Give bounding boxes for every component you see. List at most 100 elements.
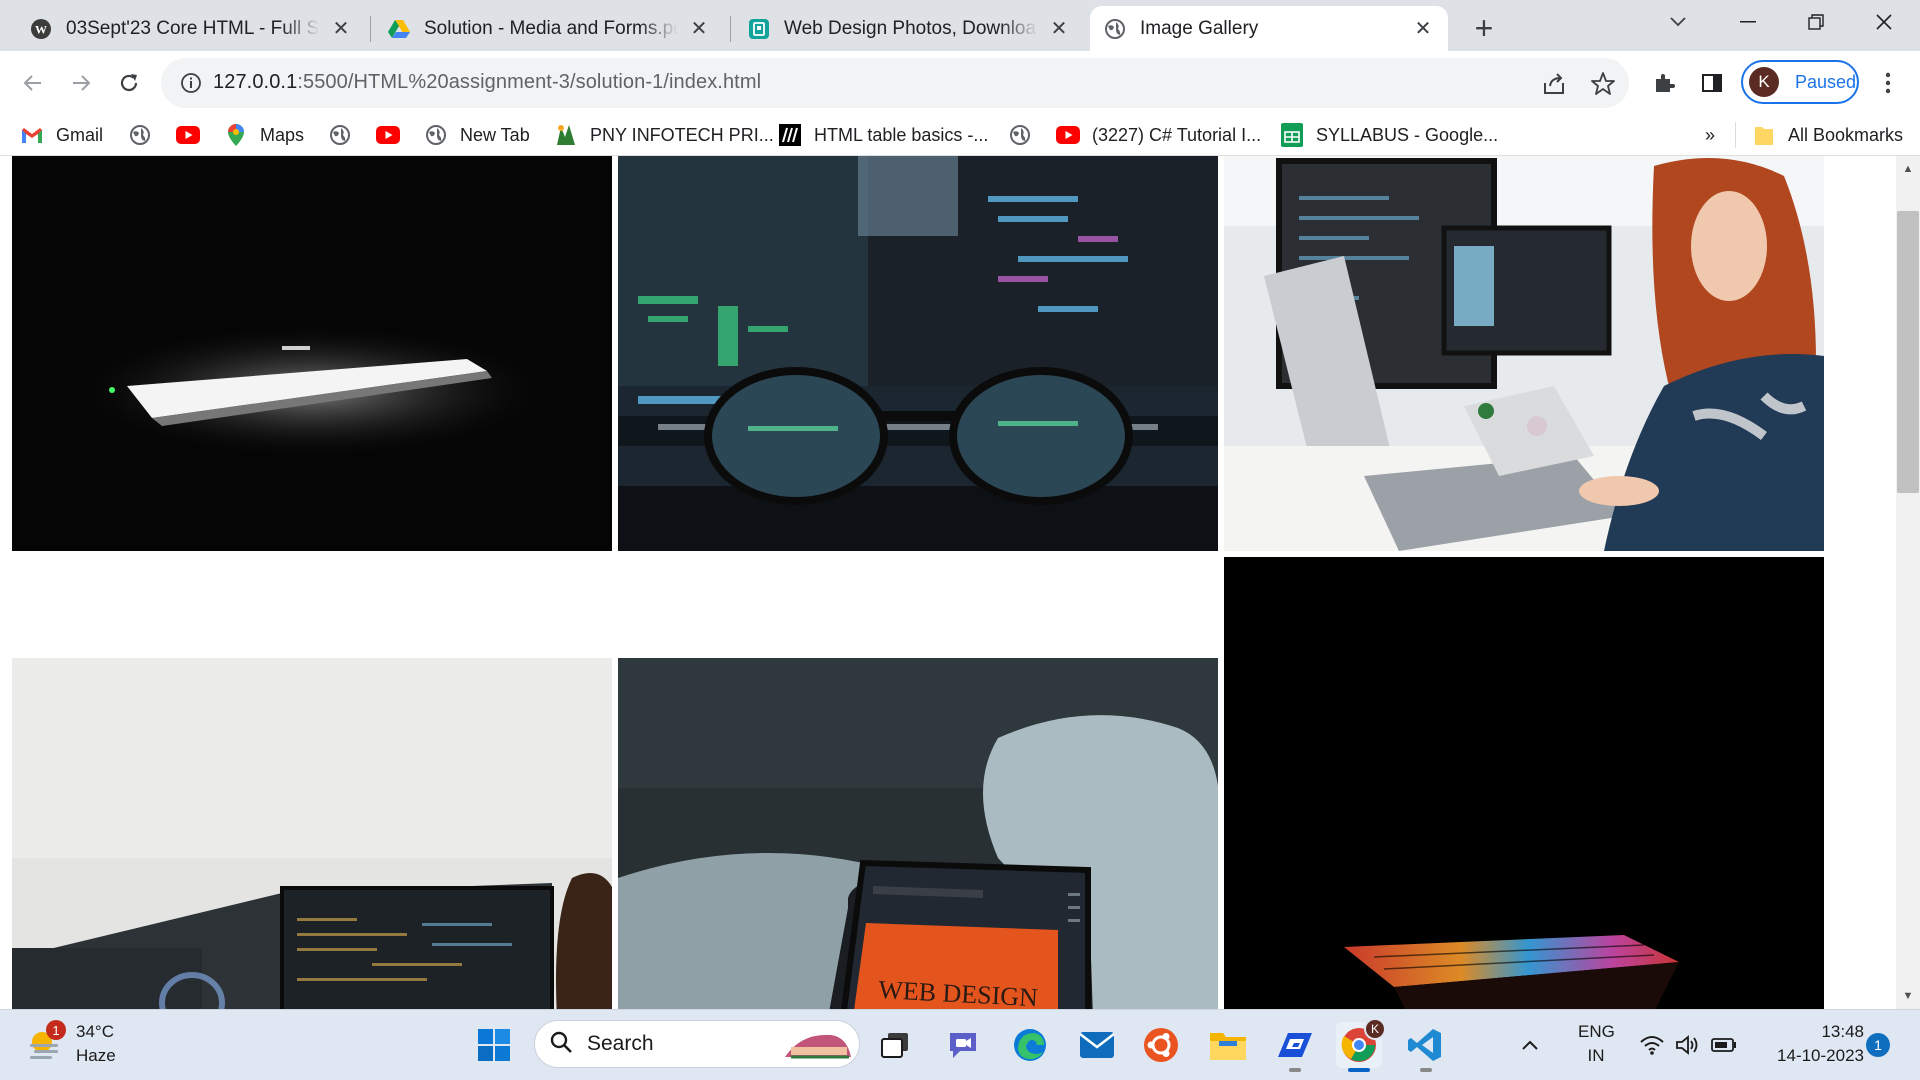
share-icon[interactable]: [1541, 71, 1567, 97]
bookmark-syllabus[interactable]: SYLLABUS - Google...: [1280, 122, 1498, 148]
copilot-icon[interactable]: [1272, 1022, 1318, 1068]
scrollbar-thumb[interactable]: [1897, 211, 1919, 493]
ubuntu-icon[interactable]: [1138, 1022, 1184, 1068]
new-tab-button[interactable]: +: [1466, 10, 1502, 46]
url-path: :5500/HTML%20assignment-3/solution-1/ind…: [297, 71, 762, 93]
close-icon[interactable]: ✕: [1412, 18, 1434, 40]
bookmark-label: Maps: [260, 124, 305, 145]
reload-button[interactable]: [111, 65, 147, 101]
globe-icon: [328, 123, 352, 147]
tab-solution-pdf[interactable]: Solution - Media and Forms.pdf ✕: [374, 6, 724, 51]
bookmark-maps[interactable]: Maps: [224, 122, 304, 148]
forward-button[interactable]: [63, 65, 99, 101]
close-icon[interactable]: ✕: [688, 18, 710, 40]
bookmark-youtube-2[interactable]: [376, 122, 400, 148]
page-scrollbar[interactable]: ▲ ▼: [1896, 156, 1920, 1009]
language-indicator[interactable]: ENG IN: [1578, 1020, 1615, 1068]
scroll-up-arrow[interactable]: ▲: [1896, 158, 1920, 180]
bookmark-globe-1[interactable]: [128, 122, 152, 148]
active-indicator: [1348, 1068, 1370, 1072]
globe-icon: [1104, 18, 1126, 40]
gallery-image-5[interactable]: [12, 658, 612, 1009]
bookmark-label: SYLLABUS - Google...: [1316, 124, 1499, 145]
close-icon[interactable]: ✕: [330, 18, 352, 40]
running-indicator: [1420, 1068, 1432, 1072]
mail-icon[interactable]: [1074, 1022, 1120, 1068]
globe-icon: [1008, 123, 1032, 147]
restore-button[interactable]: [1784, 0, 1848, 44]
close-icon[interactable]: ✕: [1048, 18, 1070, 40]
bookmark-pny-infotech[interactable]: PNY INFOTECH PRI...: [554, 122, 774, 148]
bookmark-star-icon[interactable]: [1590, 71, 1616, 97]
globe-icon: [424, 123, 448, 147]
tab-web-design-photos[interactable]: Web Design Photos, Download ✕: [734, 6, 1084, 51]
minimize-button[interactable]: [1716, 0, 1780, 44]
bookmark-html-table-basics[interactable]: HTML table basics -...: [778, 122, 988, 148]
tab-image-gallery[interactable]: Image Gallery ✕: [1090, 6, 1448, 51]
chevron-up-icon[interactable]: [1515, 1022, 1545, 1068]
bookmark-label: Gmail: [56, 124, 104, 145]
tab-title: Solution - Media and Forms.pdf: [424, 17, 678, 39]
url-host: 127.0.0.1: [213, 71, 298, 93]
bookmark-youtube-1[interactable]: [176, 122, 200, 148]
google-drive-icon: [388, 18, 410, 40]
back-button[interactable]: [15, 65, 51, 101]
screen: W 03Sept'23 Core HTML - Full Stac ✕ Solu…: [0, 0, 1920, 1080]
file-explorer-icon[interactable]: [1205, 1022, 1251, 1068]
windows-taskbar: 1 34°C Haze Search K ENG IN 13:48 14-10-…: [0, 1009, 1920, 1080]
browser-toolbar: 127.0.0.1:5500/HTML%20assignment-3/solut…: [0, 51, 1920, 114]
chevron-double-right-icon: »: [1705, 124, 1716, 145]
gallery-image-3[interactable]: [1224, 156, 1824, 551]
edge-icon[interactable]: [1007, 1022, 1053, 1068]
scroll-down-arrow[interactable]: ▼: [1896, 985, 1920, 1007]
battery-icon[interactable]: [1708, 1022, 1740, 1068]
bookmark-label: PNY INFOTECH PRI...: [590, 124, 774, 145]
teams-chat-icon[interactable]: [940, 1022, 986, 1068]
address-bar[interactable]: 127.0.0.1:5500/HTML%20assignment-3/solut…: [161, 58, 1629, 108]
bookmark-new-tab[interactable]: New Tab: [424, 122, 530, 148]
gallery-image-1[interactable]: [12, 156, 612, 551]
bookmark-globe-3[interactable]: [1008, 122, 1032, 148]
info-icon[interactable]: [179, 71, 203, 95]
windows-start-icon[interactable]: [471, 1022, 517, 1068]
all-bookmarks[interactable]: All Bookmarks: [1752, 122, 1903, 148]
bookmark-gmail[interactable]: Gmail: [20, 122, 103, 148]
notification-badge[interactable]: 1: [1866, 1033, 1890, 1057]
menu-dots-icon[interactable]: [1870, 65, 1906, 101]
bookmark-csharp-tutorial[interactable]: (3227) C# Tutorial I...: [1056, 122, 1261, 148]
clock[interactable]: 13:48 14-10-2023: [1752, 1020, 1864, 1068]
bookmarks-bar: Gmail Maps New Tab PNY INFOTECH PRI... H: [0, 114, 1920, 156]
gallery-image-6[interactable]: WEB DESIGN: [618, 658, 1218, 1009]
gallery-image-4[interactable]: [1224, 557, 1824, 1009]
unsplash-icon: [748, 18, 770, 40]
close-window-button[interactable]: [1852, 0, 1916, 44]
bookmark-label: New Tab: [460, 124, 530, 145]
image-gallery-page: WEB DESIGN: [0, 156, 1896, 1009]
wordpress-icon: W: [30, 18, 52, 40]
clock-time: 13:48: [1821, 1022, 1864, 1041]
maps-icon: [224, 123, 248, 147]
google-sheets-icon: [1280, 123, 1304, 147]
bookmark-globe-2[interactable]: [328, 122, 352, 148]
gallery-image-2[interactable]: [618, 156, 1218, 551]
bookmarks-overflow[interactable]: »: [1705, 122, 1715, 148]
chevron-down-icon[interactable]: [1646, 0, 1710, 44]
clock-date: 14-10-2023: [1777, 1046, 1864, 1065]
extensions-icon[interactable]: [1646, 65, 1682, 101]
task-view-icon[interactable]: [872, 1022, 918, 1068]
volume-icon[interactable]: [1672, 1022, 1704, 1068]
gmail-icon: [20, 123, 44, 147]
wifi-icon[interactable]: [1636, 1022, 1668, 1068]
vscode-icon[interactable]: [1402, 1022, 1448, 1068]
svg-text:W: W: [35, 22, 47, 36]
weather-widget[interactable]: 1 34°C Haze: [26, 1020, 116, 1068]
chrome-taskbar-icon[interactable]: K: [1336, 1018, 1386, 1068]
weather-badge: 1: [46, 1020, 66, 1040]
profile-button[interactable]: K Paused: [1741, 60, 1859, 104]
running-indicator: [1289, 1068, 1301, 1072]
taskbar-search[interactable]: Search: [534, 1020, 860, 1068]
language-line2: IN: [1587, 1046, 1605, 1065]
tab-core-html[interactable]: W 03Sept'23 Core HTML - Full Stac ✕: [16, 6, 366, 51]
side-panel-icon[interactable]: [1694, 65, 1730, 101]
weather-temp: 34°C: [76, 1022, 114, 1041]
